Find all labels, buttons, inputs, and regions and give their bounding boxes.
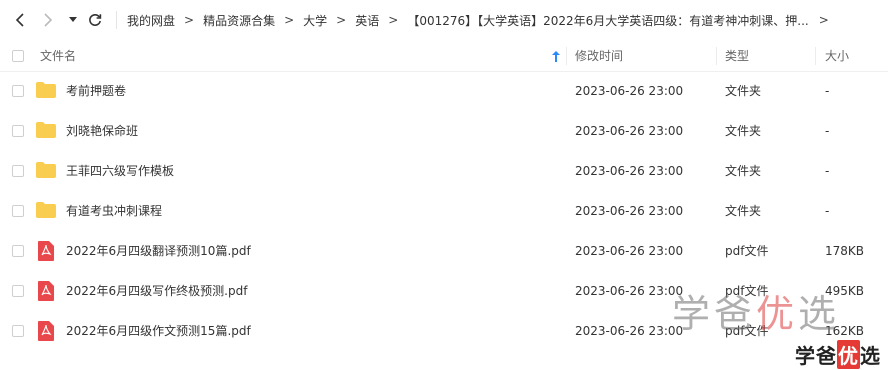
chevron-left-icon [15,13,24,27]
file-row[interactable]: 刘晓艳保命班 2023-06-26 23:00 文件夹 - [0,111,888,151]
caret-down-icon [69,17,77,22]
breadcrumb-item-my-drive[interactable]: 我的网盘 [127,12,175,29]
file-modified: 2023-06-26 23:00 [575,204,684,218]
breadcrumb-item-current-folder[interactable]: 【001276】【大学英语】2022年6月大学英语四级：有道考神冲刺课、押... [407,12,808,29]
refresh-button[interactable] [86,10,104,30]
row-checkbox[interactable] [12,165,24,177]
watermark-large: 学爸优选 [672,283,840,338]
file-modified: 2023-06-26 23:00 [575,164,684,178]
file-modified: 2023-06-26 23:00 [575,124,684,138]
file-name[interactable]: 王菲四六级写作模板 [66,151,174,191]
history-dropdown-button[interactable] [66,10,80,30]
file-row[interactable]: 王菲四六级写作模板 2023-06-26 23:00 文件夹 - [0,151,888,191]
column-divider[interactable] [566,47,567,65]
file-type: 文件夹 [725,164,762,178]
file-modified: 2023-06-26 23:00 [575,244,684,258]
watermark-logo: 学爸优选 [795,340,881,369]
file-type: 文件夹 [725,124,762,138]
breadcrumb-more-button[interactable]: > [819,13,829,27]
file-size: - [825,164,830,178]
file-row[interactable]: 2022年6月四级翻译预测10篇.pdf 2023-06-26 23:00 pd… [0,231,888,271]
toolbar: 我的网盘 > 精品资源合集 > 大学 > 英语 > 【001276】【大学英语】… [0,0,888,40]
breadcrumb: 我的网盘 > 精品资源合集 > 大学 > 英语 > 【001276】【大学英语】… [116,0,838,40]
folder-icon [36,122,56,138]
row-checkbox[interactable] [12,125,24,137]
watermark-text: 选 [798,292,841,336]
watermark-logo-text: 学爸 [795,344,837,368]
row-checkbox[interactable] [12,85,24,97]
row-checkbox[interactable] [12,245,24,257]
chevron-right-icon [44,13,53,27]
file-row[interactable]: 考前押题卷 2023-06-26 23:00 文件夹 - [0,71,888,111]
file-type: pdf文件 [725,244,769,258]
breadcrumb-separator: > [388,13,399,27]
watermark-logo-highlight: 优 [837,340,860,369]
file-type: 文件夹 [725,204,762,218]
column-header-size[interactable]: 大小 [825,41,849,71]
row-checkbox[interactable] [12,205,24,217]
file-name[interactable]: 有道考虫冲刺课程 [66,191,162,231]
file-list-header: 文件名 修改时间 类型 大小 [0,41,888,72]
column-divider[interactable] [815,47,816,65]
file-size: 178KB [825,244,865,258]
file-size: - [825,204,830,218]
file-name[interactable]: 刘晓艳保命班 [66,111,138,151]
back-button[interactable] [12,10,28,30]
file-size: - [825,124,830,138]
file-modified: 2023-06-26 23:00 [575,324,684,338]
watermark-logo-text: 选 [860,344,881,368]
pdf-icon [38,321,54,341]
folder-icon [36,202,56,218]
pdf-icon [38,281,54,301]
breadcrumb-item-english[interactable]: 英语 [355,12,379,29]
watermark-text-highlight: 优 [756,292,799,336]
file-modified: 2023-06-26 23:00 [575,284,684,298]
select-all-checkbox[interactable] [12,50,24,62]
refresh-icon [89,13,102,26]
file-size: - [825,84,830,98]
file-name[interactable]: 考前押题卷 [66,71,126,111]
forward-button[interactable] [40,10,56,30]
watermark-text: 学爸 [672,292,757,336]
column-header-name[interactable]: 文件名 [40,41,76,71]
folder-icon [36,162,56,178]
breadcrumb-item-university[interactable]: 大学 [303,12,327,29]
file-name[interactable]: 2022年6月四级写作终极预测.pdf [66,271,247,311]
breadcrumb-separator: > [284,13,295,27]
file-name[interactable]: 2022年6月四级作文预测15篇.pdf [66,311,251,351]
toolbar-divider [116,11,117,29]
row-checkbox[interactable] [12,325,24,337]
row-checkbox[interactable] [12,285,24,297]
file-name[interactable]: 2022年6月四级翻译预测10篇.pdf [66,231,251,271]
breadcrumb-separator: > [336,13,347,27]
pdf-icon [38,241,54,261]
folder-icon [36,82,56,98]
sort-ascending-icon[interactable] [552,51,560,62]
file-type: 文件夹 [725,84,762,98]
file-modified: 2023-06-26 23:00 [575,84,684,98]
column-divider[interactable] [716,47,717,65]
breadcrumb-separator: > [184,13,195,27]
file-row[interactable]: 有道考虫冲刺课程 2023-06-26 23:00 文件夹 - [0,191,888,231]
breadcrumb-item-collection[interactable]: 精品资源合集 [203,12,275,29]
column-header-type[interactable]: 类型 [725,41,749,71]
column-header-modified[interactable]: 修改时间 [575,41,623,71]
